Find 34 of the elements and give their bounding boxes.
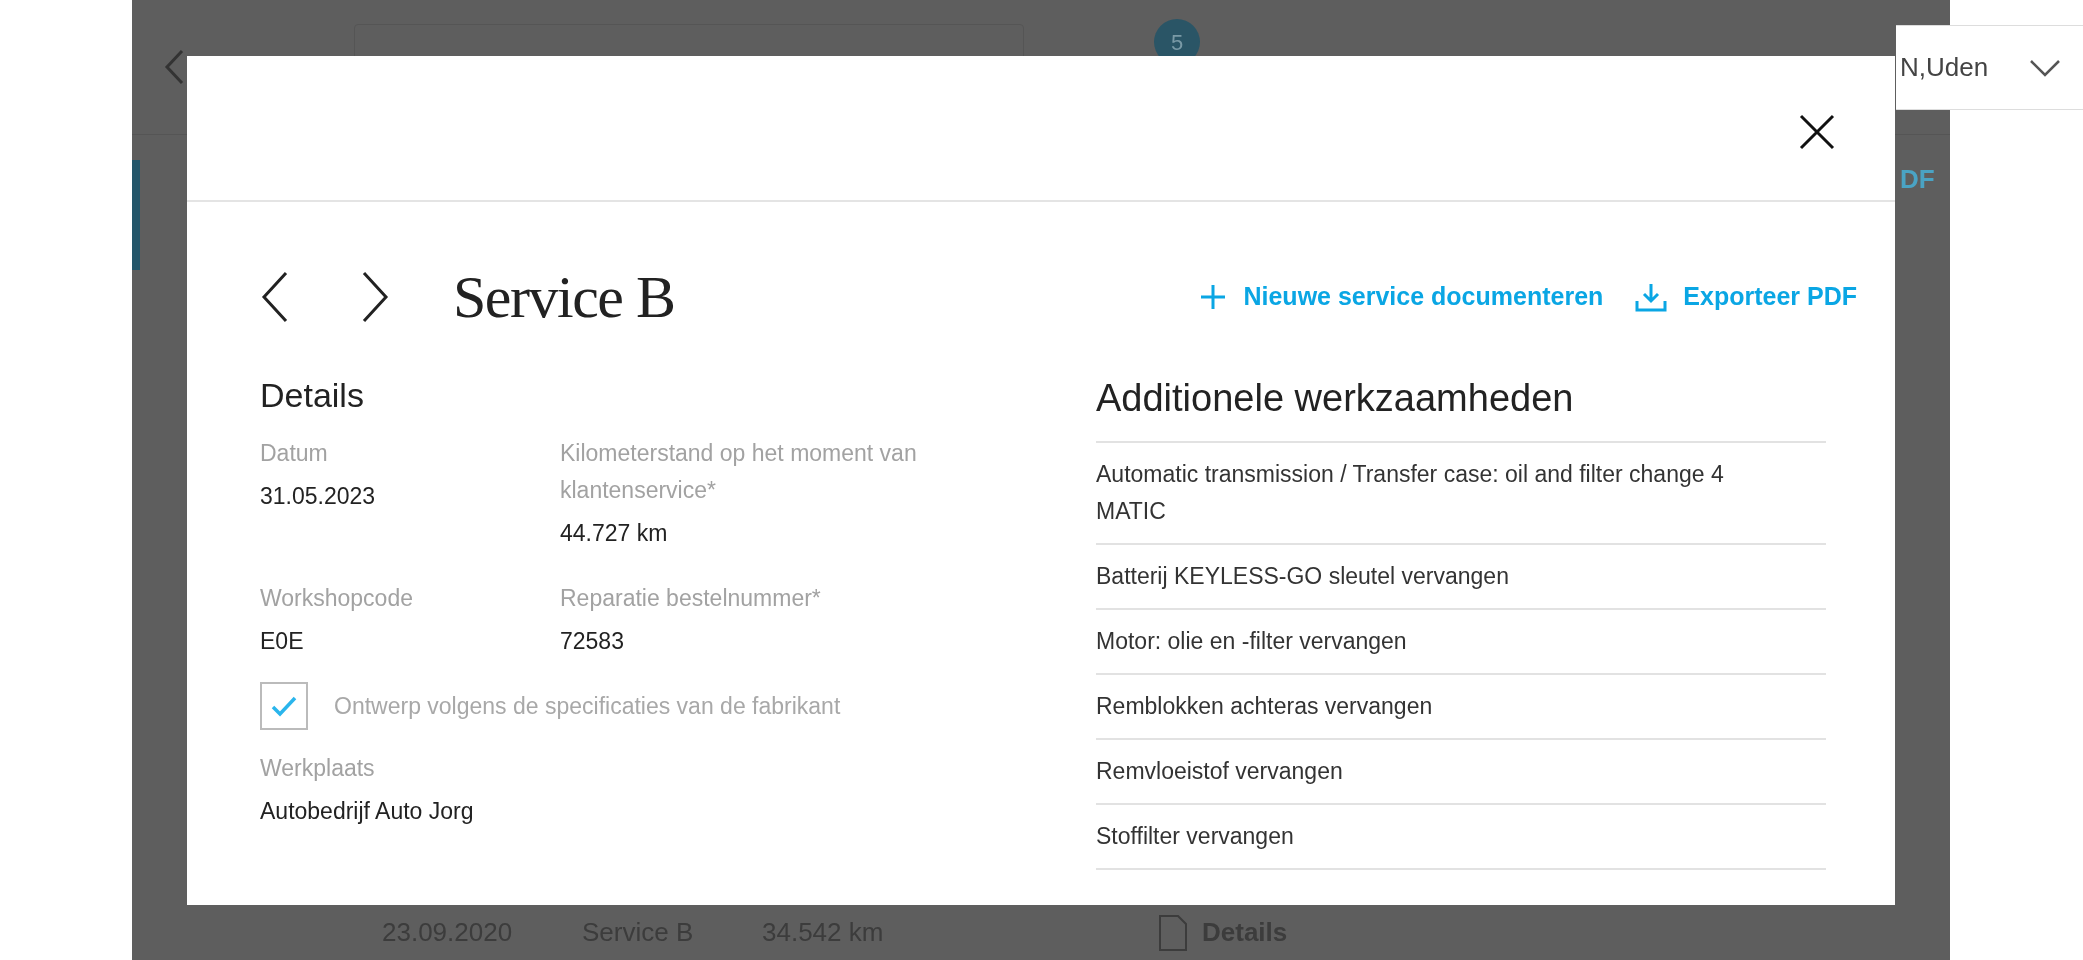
work-item: Motor: olie en -filter vervangen <box>1096 610 1826 675</box>
field-value: 31.05.2023 <box>260 482 377 511</box>
field-label: Workshopcode <box>260 584 414 613</box>
work-item: Remvloeistof vervangen <box>1096 740 1826 805</box>
new-service-button[interactable]: Nieuwe service documenteren <box>1199 278 1604 316</box>
plus-icon <box>1199 283 1228 311</box>
location-dropdown[interactable]: N,Uden <box>1896 25 2083 110</box>
document-icon <box>1158 913 1188 952</box>
additional-work-heading: Additionele werkzaamheden <box>1096 370 1826 443</box>
export-link[interactable]: DF <box>1900 160 1950 199</box>
field-value: E0E <box>260 627 305 656</box>
checkbox-label: Ontwerp volgens de specificaties van de fabrikant <box>334 691 841 721</box>
field-value: 72583 <box>560 627 625 656</box>
work-item: Remblokken achteras vervangen <box>1096 675 1826 740</box>
field-label: Werkplaats <box>260 754 376 783</box>
field-value: Autobedrijf Auto Jorg <box>260 797 475 826</box>
service-title: Service B <box>453 263 675 332</box>
export-pdf-button[interactable]: Exporteer PDF <box>1635 278 1857 316</box>
checkmark-icon <box>271 695 297 717</box>
checkbox[interactable] <box>260 682 308 730</box>
work-item: Batterij KEYLESS-GO sleutel vervangen <box>1096 545 1826 610</box>
details-heading: Details <box>260 375 365 416</box>
field-label: Datum <box>260 439 329 468</box>
chevron-right-icon <box>361 271 389 323</box>
chevron-left-icon <box>261 271 289 323</box>
field-label: Reparatie bestelnummer* <box>560 584 822 613</box>
chevron-down-icon <box>2029 58 2061 77</box>
work-item: Automatic transmission / Transfer case: oil and filter change 4 MATIC <box>1096 443 1826 545</box>
field-value: 44.727 km <box>560 519 669 548</box>
work-item: Stoffilter vervangen <box>1096 805 1826 870</box>
field-label: Kilometerstand op het moment van klantenservice* <box>560 439 918 505</box>
close-icon <box>1799 114 1835 150</box>
download-icon <box>1635 282 1668 312</box>
close-button[interactable] <box>1797 112 1837 152</box>
